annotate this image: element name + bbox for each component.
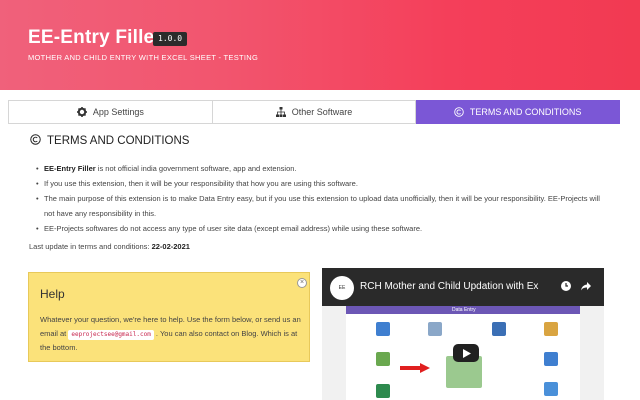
tab-label: TERMS AND CONDITIONS (469, 107, 582, 117)
help-title: Help (40, 287, 65, 301)
tab-label: Other Software (291, 107, 353, 117)
app-subtitle: MOTHER AND CHILD ENTRY WITH EXCEL SHEET … (28, 53, 259, 62)
document-icon (376, 352, 390, 366)
terms-item: If you use this extension, then it will … (36, 176, 601, 191)
last-update-date: 22-02-2021 (151, 242, 190, 251)
terms-heading-text: TERMS AND CONDITIONS (47, 135, 190, 147)
gear-icon (76, 107, 87, 117)
channel-avatar[interactable]: EE (330, 276, 354, 300)
people-icon (544, 322, 558, 336)
terms-item: The main purpose of this extension is to… (36, 191, 601, 221)
terms-item-bold: EE-Entry Filler (44, 164, 96, 173)
clock-icon[interactable] (560, 280, 572, 292)
document-icon (376, 322, 390, 336)
tab-other-software[interactable]: Other Software (212, 100, 417, 124)
tab-app-settings[interactable]: App Settings (8, 100, 213, 124)
video-title[interactable]: RCH Mother and Child Updation with Ex (360, 281, 538, 292)
terms-list: EE-Entry Filler is not official india go… (36, 161, 601, 236)
app-title: EE-Entry Filler (28, 27, 162, 48)
terms-heading: TERMS AND CONDITIONS (30, 134, 189, 148)
copyright-icon (30, 134, 41, 148)
play-icon[interactable] (453, 344, 479, 362)
document-icon (428, 322, 442, 336)
document-icon (376, 384, 390, 398)
document-icon (492, 322, 506, 336)
arrow-icon (400, 363, 430, 373)
terms-item-text: The main purpose of this extension is to… (44, 194, 600, 218)
copyright-icon (454, 107, 464, 117)
terms-item-text: EE-Projects softwares do not access any … (44, 224, 423, 233)
last-update: Last update in terms and conditions: 22-… (29, 242, 190, 251)
help-email[interactable]: eeprojectsee@gmail.com (68, 330, 154, 340)
sitemap-icon (275, 107, 286, 117)
terms-item-text: If you use this extension, then it will … (44, 179, 358, 188)
video-embed[interactable]: EE RCH Mother and Child Updation with Ex… (322, 268, 604, 400)
video-header: EE RCH Mother and Child Updation with Ex (322, 268, 604, 306)
help-text: Whatever your question, we're here to he… (40, 313, 305, 355)
site-nav-bar: Data Entry (346, 306, 580, 314)
document-icon (544, 352, 558, 366)
terms-item: EE-Projects softwares do not access any … (36, 221, 601, 236)
help-panel: Help × Whatever your question, we're her… (28, 272, 310, 362)
tab-terms-and-conditions[interactable]: TERMS AND CONDITIONS (416, 100, 621, 124)
last-update-label: Last update in terms and conditions: (29, 242, 152, 251)
tab-label: App Settings (92, 107, 144, 117)
close-icon[interactable]: × (297, 278, 307, 288)
app-header: EE-Entry Filler 1.0.0 MOTHER AND CHILD E… (0, 0, 640, 90)
share-icon[interactable] (580, 280, 592, 292)
site-nav-label: Data Entry (452, 307, 476, 313)
tab-bar: App Settings Other Software TERMS AND CO… (8, 100, 621, 124)
terms-item-text: is not official india government softwar… (95, 164, 297, 173)
terms-item: EE-Entry Filler is not official india go… (36, 161, 601, 176)
version-badge: 1.0.0 (153, 32, 188, 46)
globe-icon (544, 382, 558, 396)
